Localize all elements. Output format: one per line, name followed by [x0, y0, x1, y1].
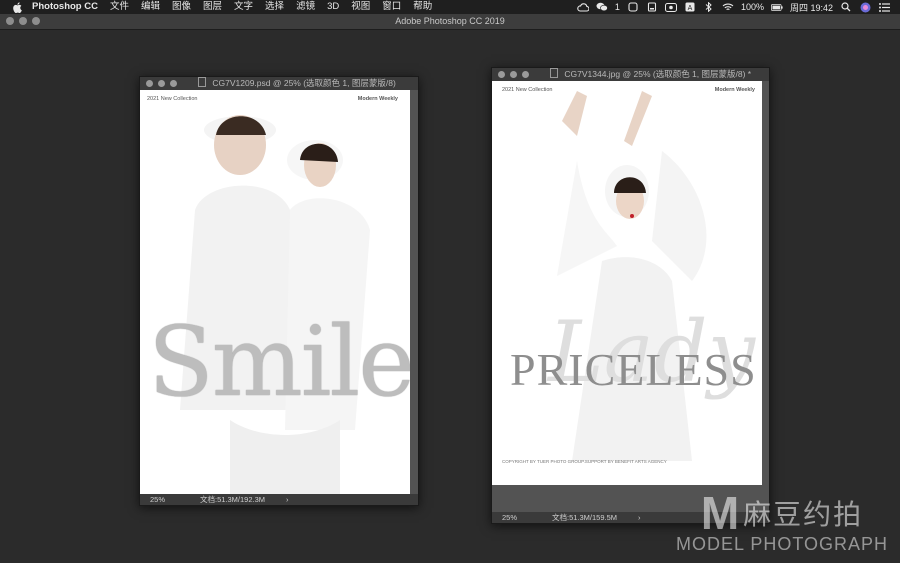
copyright-text: COPYRIGHT BY TUER PHOTO GROUP.SUPPORT BY…: [502, 459, 667, 464]
input-method-icon[interactable]: A: [684, 2, 696, 12]
notification-icon[interactable]: [646, 2, 658, 12]
doc-zoom-button[interactable]: [522, 71, 529, 78]
notification-center-icon[interactable]: [878, 2, 890, 12]
watermark-logo: M 麻豆约拍: [676, 490, 888, 536]
menu-select[interactable]: 选择: [265, 0, 284, 14]
clock[interactable]: 周四 19:42: [790, 1, 833, 14]
doc-close-button[interactable]: [146, 80, 153, 87]
cloud-icon[interactable]: [577, 2, 589, 12]
document-size: 文档:51.3M/159.5M: [552, 513, 618, 522]
window-controls: [6, 17, 40, 25]
app-menu[interactable]: Photoshop CC: [32, 0, 98, 14]
zoom-level[interactable]: 25%: [502, 512, 517, 523]
wechat-count: 1: [614, 2, 620, 12]
wifi-icon[interactable]: [722, 2, 734, 12]
document-title-bar[interactable]: CG7V1209.psd @ 25% (选取颜色 1, 图层蒙版/8): [140, 77, 418, 90]
document-window-1[interactable]: CG7V1209.psd @ 25% (选取颜色 1, 图层蒙版/8) 2021…: [139, 76, 419, 506]
couple-photo: [180, 115, 370, 494]
watermark-m-icon: M: [700, 487, 740, 539]
zoom-button[interactable]: [32, 17, 40, 25]
doc-minimize-button[interactable]: [158, 80, 165, 87]
woman-photo: [557, 91, 707, 461]
battery-percent: 100%: [740, 2, 764, 12]
minimize-button[interactable]: [19, 17, 27, 25]
watermark: M 麻豆约拍 MODEL PHOTOGRAPH: [676, 490, 888, 555]
menu-layer[interactable]: 图层: [203, 0, 222, 14]
wechat-icon[interactable]: [596, 2, 608, 12]
document-window-controls: [146, 80, 177, 87]
menu-image[interactable]: 图像: [172, 0, 191, 14]
menu-filter[interactable]: 滤镜: [296, 0, 315, 14]
menu-bar: Photoshop CC 文件 编辑 图像 图层 文字 选择 滤镜 3D 视图 …: [0, 0, 900, 14]
close-button[interactable]: [6, 17, 14, 25]
watermark-en: MODEL PHOTOGRAPH: [675, 534, 888, 554]
siri-icon[interactable]: [859, 2, 871, 12]
menu-window[interactable]: 窗口: [382, 0, 401, 14]
apple-icon[interactable]: [10, 0, 24, 14]
doc-zoom-button[interactable]: [170, 80, 177, 87]
search-icon[interactable]: [840, 2, 852, 12]
zoom-level[interactable]: 25%: [150, 494, 165, 505]
workspace: CG7V1209.psd @ 25% (选取颜色 1, 图层蒙版/8) 2021…: [0, 30, 900, 563]
app-title-bar: Adobe Photoshop CC 2019: [0, 14, 900, 30]
screen-icon[interactable]: [664, 2, 677, 12]
watermark-cn: 麻豆约拍: [743, 499, 864, 530]
document-title: CG7V1209.psd @ 25% (选取颜色 1, 图层蒙版/8): [212, 78, 396, 88]
headline-priceless: PRICELESS: [510, 344, 757, 395]
app-window-title: Adobe Photoshop CC 2019: [395, 16, 505, 26]
document-size: 文档:51.3M/192.3M: [200, 495, 266, 504]
file-icon: [198, 77, 206, 87]
file-icon: [550, 68, 558, 78]
document-title: CG7V1344.jpg @ 25% (选取颜色 1, 图层蒙版/8) *: [564, 69, 752, 79]
chevron-right-icon[interactable]: ›: [638, 512, 641, 523]
menu-edit[interactable]: 编辑: [141, 0, 160, 14]
svg-text:A: A: [688, 5, 693, 12]
document-window-controls: [498, 71, 529, 78]
document-status-bar: 25% 文档:51.3M/192.3M ›: [140, 494, 418, 505]
menu-help[interactable]: 帮助: [413, 0, 432, 14]
battery-icon[interactable]: [770, 2, 783, 12]
mail-icon[interactable]: [627, 2, 639, 12]
document-window-2[interactable]: CG7V1344.jpg @ 25% (选取颜色 1, 图层蒙版/8) * 20…: [491, 67, 770, 524]
document-title-bar[interactable]: CG7V1344.jpg @ 25% (选取颜色 1, 图层蒙版/8) *: [492, 68, 769, 81]
document-canvas[interactable]: 2021 New Collection Modern Weekly Lady P…: [492, 81, 762, 485]
chevron-right-icon[interactable]: ›: [286, 494, 289, 505]
document-canvas[interactable]: 2021 New Collection Modern Weekly Smile: [140, 90, 410, 494]
menu-file[interactable]: 文件: [110, 0, 129, 14]
headline-smile: Smile: [148, 306, 410, 418]
menu-3d[interactable]: 3D: [327, 0, 339, 14]
bluetooth-icon[interactable]: [703, 2, 715, 12]
menu-view[interactable]: 视图: [351, 0, 370, 14]
doc-minimize-button[interactable]: [510, 71, 517, 78]
menu-type[interactable]: 文字: [234, 0, 253, 14]
doc-close-button[interactable]: [498, 71, 505, 78]
